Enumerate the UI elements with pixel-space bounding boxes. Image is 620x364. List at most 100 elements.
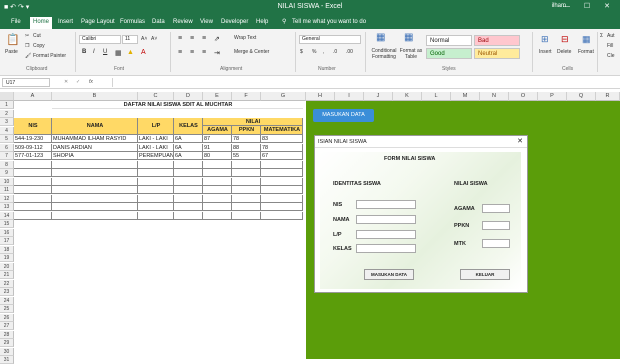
format-cells-button[interactable]: Format [578, 49, 594, 55]
table-cell[interactable] [52, 211, 138, 220]
column-header[interactable]: J [364, 92, 393, 101]
table-cell[interactable] [261, 169, 303, 177]
delete-cells-button[interactable]: Delete [557, 49, 571, 55]
tab-file[interactable]: File [8, 17, 24, 29]
style-good[interactable]: Good [426, 48, 472, 59]
increase-decimal-button[interactable]: .0 [333, 49, 337, 55]
indent-icon[interactable]: ⇥ [214, 49, 220, 57]
row-header[interactable]: 10 [0, 177, 14, 186]
table-cell[interactable] [138, 203, 174, 211]
table-cell[interactable]: 544-19-230 [14, 135, 52, 143]
row-header[interactable]: 14 [0, 211, 14, 220]
shrink-font-button[interactable]: A˅ [151, 36, 157, 42]
column-header[interactable]: D [174, 92, 203, 101]
table-cell[interactable] [14, 186, 52, 194]
row-header[interactable]: 12 [0, 194, 14, 203]
ppkn-input[interactable] [482, 221, 510, 230]
row-header[interactable]: 20 [0, 262, 14, 271]
agama-input[interactable] [482, 204, 510, 213]
decrease-decimal-button[interactable]: .00 [346, 49, 353, 55]
table-cell[interactable]: 577-01-123 [14, 152, 52, 160]
align-center-icon[interactable]: ≡ [190, 49, 194, 56]
table-cell[interactable] [203, 160, 232, 169]
align-middle-icon[interactable]: ≡ [190, 35, 194, 42]
table-cell[interactable] [174, 169, 203, 177]
tab-review[interactable]: Review [170, 17, 196, 29]
table-cell[interactable] [138, 211, 174, 220]
table-cell[interactable] [52, 177, 138, 186]
underline-button[interactable]: U [103, 49, 107, 55]
tab-data[interactable]: Data [149, 17, 168, 29]
column-header[interactable]: E [203, 92, 232, 101]
tab-formulas[interactable]: Formulas [117, 17, 148, 29]
table-cell[interactable] [203, 194, 232, 203]
sheet-title[interactable]: DAFTAR NILAI SISWA SDIT AL MUCHTAR [52, 101, 303, 109]
scissors-icon[interactable]: ✂ [25, 33, 29, 39]
style-bad[interactable]: Bad [474, 35, 520, 46]
table-cell[interactable] [14, 211, 52, 220]
borders-icon[interactable]: ▦ [115, 49, 122, 57]
column-header[interactable]: K [393, 92, 422, 101]
table-cell[interactable]: 55 [232, 152, 261, 160]
tab-page-layout[interactable]: Page Layout [78, 17, 118, 29]
row-header[interactable]: 13 [0, 203, 14, 211]
table-cell[interactable] [203, 169, 232, 177]
table-cell[interactable] [232, 169, 261, 177]
header-ppkn[interactable]: PPKN [232, 126, 261, 135]
table-cell[interactable]: 87 [203, 135, 232, 143]
column-header[interactable]: G [261, 92, 306, 101]
clear-button[interactable]: Cle [607, 53, 615, 59]
row-header[interactable]: 2 [0, 109, 14, 118]
autosum-button[interactable]: Aut [607, 33, 615, 39]
table-cell[interactable] [14, 169, 52, 177]
table-cell[interactable]: 91 [203, 143, 232, 152]
row-header[interactable]: 19 [0, 254, 14, 262]
insert-cells-button[interactable]: Insert [539, 49, 552, 55]
table-cell[interactable] [14, 177, 52, 186]
currency-button[interactable]: $ [300, 49, 303, 55]
column-header[interactable]: F [232, 92, 261, 101]
table-cell[interactable]: SHOPIA [52, 152, 138, 160]
font-name-select[interactable]: Calibri [79, 35, 121, 44]
table-cell[interactable] [138, 186, 174, 194]
table-cell[interactable]: 88 [232, 143, 261, 152]
font-color-icon[interactable]: A [141, 49, 146, 56]
column-header[interactable]: Q [567, 92, 596, 101]
align-left-icon[interactable]: ≡ [178, 49, 182, 56]
format-painter-button[interactable]: Format Painter [33, 53, 66, 59]
conditional-formatting-icon[interactable]: ▦ [376, 32, 385, 43]
table-cell[interactable] [261, 211, 303, 220]
percent-button[interactable]: % [312, 49, 316, 55]
column-header[interactable]: L [422, 92, 451, 101]
row-header[interactable]: 25 [0, 305, 14, 313]
delete-cells-icon[interactable]: ⊟ [561, 34, 569, 45]
header-nis[interactable]: NIS [14, 118, 52, 135]
table-cell[interactable] [174, 177, 203, 186]
table-cell[interactable] [138, 194, 174, 203]
table-cell[interactable] [138, 177, 174, 186]
table-cell[interactable] [174, 203, 203, 211]
mtk-input[interactable] [482, 239, 510, 248]
column-header[interactable]: A [14, 92, 52, 101]
table-cell[interactable]: 67 [261, 152, 303, 160]
column-header[interactable]: I [335, 92, 364, 101]
header-matematika[interactable]: MATEMATIKA [261, 126, 303, 135]
style-normal[interactable]: Normal [426, 35, 472, 46]
table-cell[interactable]: DANIS ARDIAN [52, 143, 138, 152]
select-all-corner[interactable] [0, 92, 14, 101]
table-cell[interactable]: MUHAMMAD ILHAM RASYID [52, 135, 138, 143]
table-cell[interactable] [174, 186, 203, 194]
table-cell[interactable] [52, 186, 138, 194]
header-kelas[interactable]: KELAS [174, 118, 203, 135]
column-header[interactable]: H [306, 92, 335, 101]
row-header[interactable]: 8 [0, 160, 14, 169]
column-header[interactable]: P [538, 92, 567, 101]
kelas-input[interactable] [356, 244, 416, 253]
table-cell[interactable] [14, 160, 52, 169]
nis-input[interactable] [356, 200, 416, 209]
header-nilai[interactable]: NILAI [203, 118, 303, 126]
format-cells-icon[interactable]: ▦ [582, 34, 591, 45]
row-header[interactable]: 5 [0, 135, 14, 143]
table-cell[interactable] [232, 186, 261, 194]
table-cell[interactable]: LAKI - LAKI [138, 143, 174, 152]
